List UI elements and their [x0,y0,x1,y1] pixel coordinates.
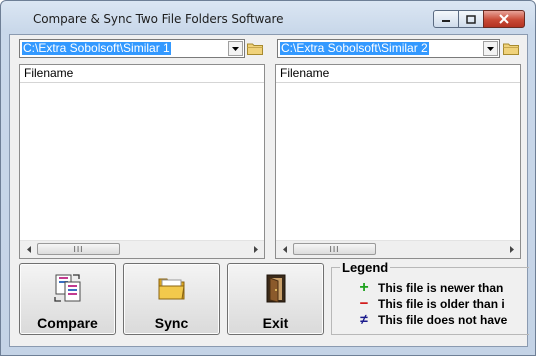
scroll-left-button[interactable] [276,241,293,258]
scroll-left-button[interactable] [20,241,37,258]
legend-title: Legend [340,260,391,275]
right-browse-folder-icon[interactable] [503,42,519,55]
plus-icon: + [359,281,369,295]
left-scroll-thumb[interactable]: III [37,243,120,255]
minimize-icon [442,20,450,22]
legend-item-older: − This file is older than i [356,297,530,311]
legend-item-newer: + This file is newer than [356,281,530,295]
legend-group: Legend + This file is newer than − This fi… [331,260,530,335]
legend-item-text: This file is older than i [378,297,505,311]
left-folder-path: C:\Extra Sobolsoft\Similar 1 [22,41,171,55]
left-file-list[interactable]: Filename III [19,64,265,259]
maximize-button[interactable] [458,10,484,28]
right-horizontal-scrollbar[interactable]: III [276,240,520,258]
exit-button-label: Exit [262,315,289,331]
not-equal-icon: ≠ [360,313,368,327]
chevron-right-icon [509,246,514,253]
client-area: C:\Extra Sobolsoft\Similar 1 C:\Extra So… [9,34,530,347]
scroll-right-button[interactable] [247,241,264,258]
legend-item-text: This file is newer than [378,281,504,295]
chevron-down-icon [487,46,494,51]
folder-sync-icon [158,278,185,300]
close-button[interactable] [483,10,525,28]
right-file-list[interactable]: Filename III [275,64,521,259]
window-title: Compare & Sync Two File Folders Software [33,12,284,26]
minimize-button[interactable] [433,10,459,28]
chevron-left-icon [26,246,31,253]
right-folder-path: C:\Extra Sobolsoft\Similar 2 [280,41,429,55]
right-dropdown-button[interactable] [483,41,498,56]
scroll-grip: III [329,244,340,254]
maximize-icon [466,14,476,24]
app-window: Compare & Sync Two File Folders Software… [0,0,536,356]
left-dropdown-button[interactable] [228,41,243,56]
legend-item-missing: ≠ This file does not have [356,313,530,327]
chevron-down-icon [232,46,239,51]
close-icon [499,14,509,24]
right-column-header[interactable]: Filename [276,65,520,83]
filename-column-label: Filename [280,66,330,80]
door-exit-icon [266,274,286,303]
chevron-left-icon [282,246,287,253]
filename-column-label: Filename [24,66,74,80]
left-folder-combo[interactable]: C:\Extra Sobolsoft\Similar 1 [19,39,245,58]
compare-files-icon [54,274,81,302]
title-bar[interactable]: Compare & Sync Two File Folders Software [1,1,535,35]
left-column-header[interactable]: Filename [20,65,264,83]
sync-button[interactable]: Sync [123,263,220,335]
sync-button-label: Sync [154,315,189,331]
exit-button[interactable]: Exit [227,263,324,335]
compare-button[interactable]: Compare [19,263,116,335]
scroll-right-button[interactable] [503,241,520,258]
right-scroll-thumb[interactable]: III [293,243,376,255]
minus-icon: − [359,297,369,311]
left-browse-folder-icon[interactable] [247,42,263,55]
legend-item-text: This file does not have [378,313,508,327]
chevron-right-icon [253,246,258,253]
scroll-grip: III [73,244,84,254]
left-horizontal-scrollbar[interactable]: III [20,240,264,258]
right-folder-combo[interactable]: C:\Extra Sobolsoft\Similar 2 [277,39,500,58]
compare-button-label: Compare [37,315,98,331]
